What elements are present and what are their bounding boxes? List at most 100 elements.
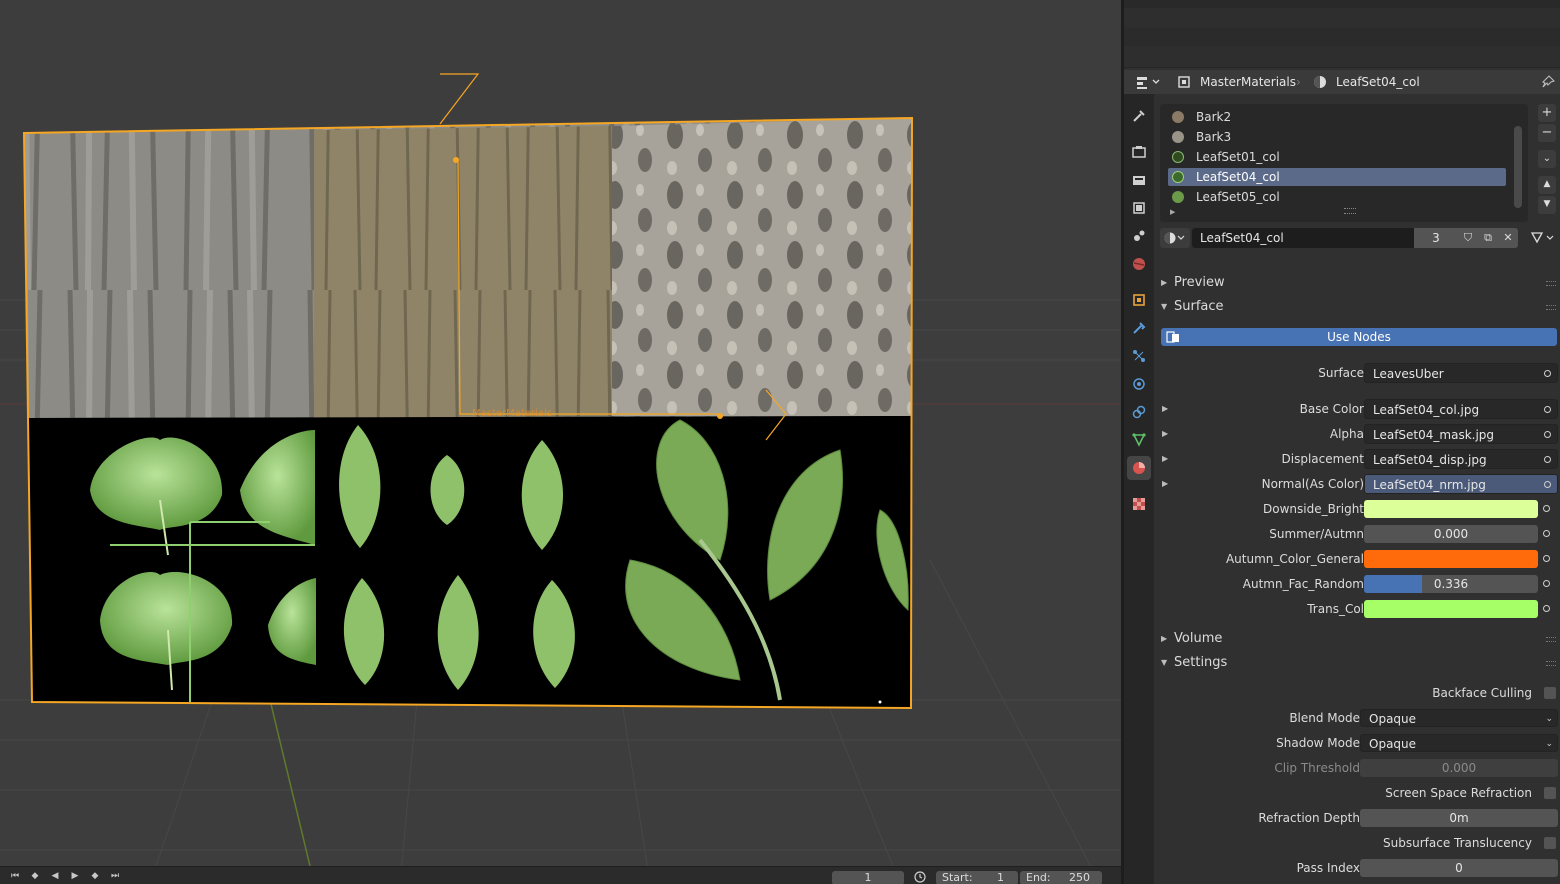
blend-mode-dropdown[interactable]: Opaque ⌄ [1360, 709, 1558, 727]
backface-culling-checkbox[interactable] [1544, 687, 1556, 699]
properties-header: MasterMaterials › LeafSet04_col [1124, 70, 1560, 94]
summer-autumn-slider[interactable]: 0.000 [1364, 525, 1538, 543]
pass-index-field[interactable]: 0 [1360, 859, 1558, 877]
autumn-color-swatch[interactable] [1364, 550, 1538, 568]
breadcrumb-object: MasterMaterials [1200, 75, 1296, 89]
preview-panel-header[interactable]: ▶ Preview [1154, 272, 1560, 294]
scene-tab-icon[interactable] [1127, 224, 1151, 248]
material-ball-icon [1172, 151, 1184, 163]
view-layer-tab-icon[interactable] [1127, 196, 1151, 220]
socket-icon[interactable] [1543, 580, 1550, 587]
data-tab-icon[interactable] [1127, 428, 1151, 452]
socket-icon[interactable] [1543, 530, 1550, 537]
material-datablock-selector: LeafSet04_col 3 ⛉ ⧉ ✕ [1160, 228, 1560, 248]
output-tab-icon[interactable] [1127, 168, 1151, 192]
socket-icon [1544, 481, 1551, 488]
pin-icon[interactable] [1540, 74, 1556, 90]
tool-tab-icon[interactable] [1127, 104, 1151, 128]
socket-icon[interactable] [1543, 555, 1550, 562]
normal-texture-field[interactable]: LeafSet04_nrm.jpg [1364, 474, 1558, 494]
displacement-row: ▶ Displacement LeafSet04_disp.jpg [1154, 449, 1560, 469]
list-resize-grip[interactable] [1344, 208, 1356, 214]
autumn-fac-row: Autmn_Fac_Random 0.336 [1154, 574, 1560, 594]
surface-shader-field[interactable]: LeavesUber [1364, 363, 1558, 383]
ssr-row: Screen Space Refraction [1154, 783, 1560, 803]
socket-icon[interactable] [1543, 505, 1550, 512]
shadow-mode-dropdown[interactable]: Opaque ⌄ [1360, 734, 1558, 752]
list-item[interactable]: Bark3 [1168, 128, 1506, 146]
properties-tabs [1124, 94, 1154, 884]
prev-keyframe-icon[interactable]: ◆ [28, 870, 42, 883]
next-keyframe-icon[interactable]: ◆ [88, 870, 102, 883]
list-item[interactable]: LeafSet01_col [1168, 148, 1506, 166]
list-item[interactable]: LeafSet05_col [1168, 188, 1506, 206]
slot-link-icon[interactable] [1528, 228, 1558, 248]
jump-end-icon[interactable]: ⏭ [108, 870, 122, 883]
browse-material-button[interactable] [1160, 228, 1190, 248]
add-slot-button[interactable]: + [1538, 104, 1556, 122]
world-tab-icon[interactable] [1127, 252, 1151, 276]
play-reverse-icon[interactable]: ◀ [48, 870, 62, 883]
3d-viewport[interactable]: MasterMaterials ⏮ ◆ ◀ ▶ ◆ ⏭ 1 Start: 1 E… [0, 0, 1121, 884]
editor-type-icon[interactable] [1134, 74, 1162, 90]
list-item-selected[interactable]: LeafSet04_col [1168, 168, 1506, 186]
surface-label: Surface [1318, 366, 1364, 380]
start-label: Start: [942, 871, 973, 884]
autumn-fac-slider[interactable]: 0.336 [1364, 575, 1538, 593]
alpha-texture-field[interactable]: LeafSet04_mask.jpg [1364, 424, 1558, 444]
texture-tab-icon[interactable] [1127, 492, 1151, 516]
downside-bright-color-swatch[interactable] [1364, 500, 1538, 518]
expand-arrow-icon[interactable]: ▶ [1162, 449, 1168, 469]
drag-grip-icon[interactable] [1546, 281, 1556, 286]
list-expand-icon[interactable]: ▶ [1170, 208, 1175, 216]
slot-specials-chevron-down-icon[interactable]: ⌄ [1538, 150, 1556, 168]
modifiers-tab-icon[interactable] [1127, 316, 1151, 340]
move-slot-up-button[interactable]: ▲ [1538, 176, 1556, 194]
breadcrumb-material: LeafSet04_col [1336, 75, 1420, 89]
constraints-tab-icon[interactable] [1127, 400, 1151, 424]
particles-tab-icon[interactable] [1127, 344, 1151, 368]
current-frame-field[interactable]: 1 [832, 871, 904, 884]
drag-grip-icon[interactable] [1546, 661, 1556, 666]
expand-arrow-icon[interactable]: ▶ [1162, 474, 1168, 494]
physics-tab-icon[interactable] [1127, 372, 1151, 396]
jump-start-icon[interactable]: ⏮ [8, 870, 22, 883]
unlink-material-close-icon[interactable]: ✕ [1498, 228, 1518, 248]
summer-autumn-row: Summer/Autmn 0.000 [1154, 524, 1560, 544]
blend-mode-row: Blend Mode Opaque ⌄ [1154, 708, 1560, 728]
play-icon[interactable]: ▶ [68, 870, 82, 883]
clock-icon[interactable] [913, 870, 927, 883]
duplicate-material-icon[interactable]: ⧉ [1478, 228, 1498, 248]
socket-icon[interactable] [1543, 605, 1550, 612]
start-frame-field[interactable]: Start: 1 [936, 871, 1018, 884]
expand-arrow-icon[interactable]: ▶ [1162, 424, 1168, 444]
list-scrollbar[interactable] [1514, 126, 1522, 208]
user-count-badge[interactable]: 3 [1414, 228, 1458, 248]
downside-bright-row: Downside_Bright [1154, 499, 1560, 519]
refraction-depth-field[interactable]: 0m [1360, 809, 1558, 827]
drag-grip-icon[interactable] [1546, 637, 1556, 642]
material-tab-icon[interactable] [1127, 456, 1151, 480]
move-slot-down-button[interactable]: ▼ [1538, 196, 1556, 214]
ssr-checkbox[interactable] [1544, 787, 1556, 799]
base-color-row: ▶ Base Color LeafSet04_col.jpg [1154, 399, 1560, 419]
end-frame-field[interactable]: End: 250 [1020, 871, 1102, 884]
settings-panel-header[interactable]: ▼ Settings [1154, 652, 1560, 674]
displacement-texture-field[interactable]: LeafSet04_disp.jpg [1364, 449, 1558, 469]
base-color-texture-field[interactable]: LeafSet04_col.jpg [1364, 399, 1558, 419]
material-slots-list[interactable]: Bark2 Bark3 LeafSet01_col LeafSet04_col … [1160, 104, 1528, 222]
subsurface-checkbox[interactable] [1544, 837, 1556, 849]
expand-arrow-icon[interactable]: ▶ [1162, 399, 1168, 419]
fake-user-shield-icon[interactable]: ⛉ [1458, 228, 1478, 248]
surface-panel-header[interactable]: ▼ Surface [1154, 296, 1560, 318]
material-ball-icon [1172, 191, 1184, 203]
render-tab-icon[interactable] [1127, 140, 1151, 164]
material-name-field[interactable]: LeafSet04_col [1192, 228, 1414, 248]
remove-slot-button[interactable]: − [1538, 124, 1556, 142]
list-item[interactable]: Bark2 [1168, 108, 1506, 126]
drag-grip-icon[interactable] [1546, 305, 1556, 310]
object-tab-icon[interactable] [1127, 288, 1151, 312]
use-nodes-button[interactable]: Use Nodes [1161, 328, 1557, 346]
trans-col-color-swatch[interactable] [1364, 600, 1538, 618]
volume-panel-header[interactable]: ▶ Volume [1154, 628, 1560, 650]
